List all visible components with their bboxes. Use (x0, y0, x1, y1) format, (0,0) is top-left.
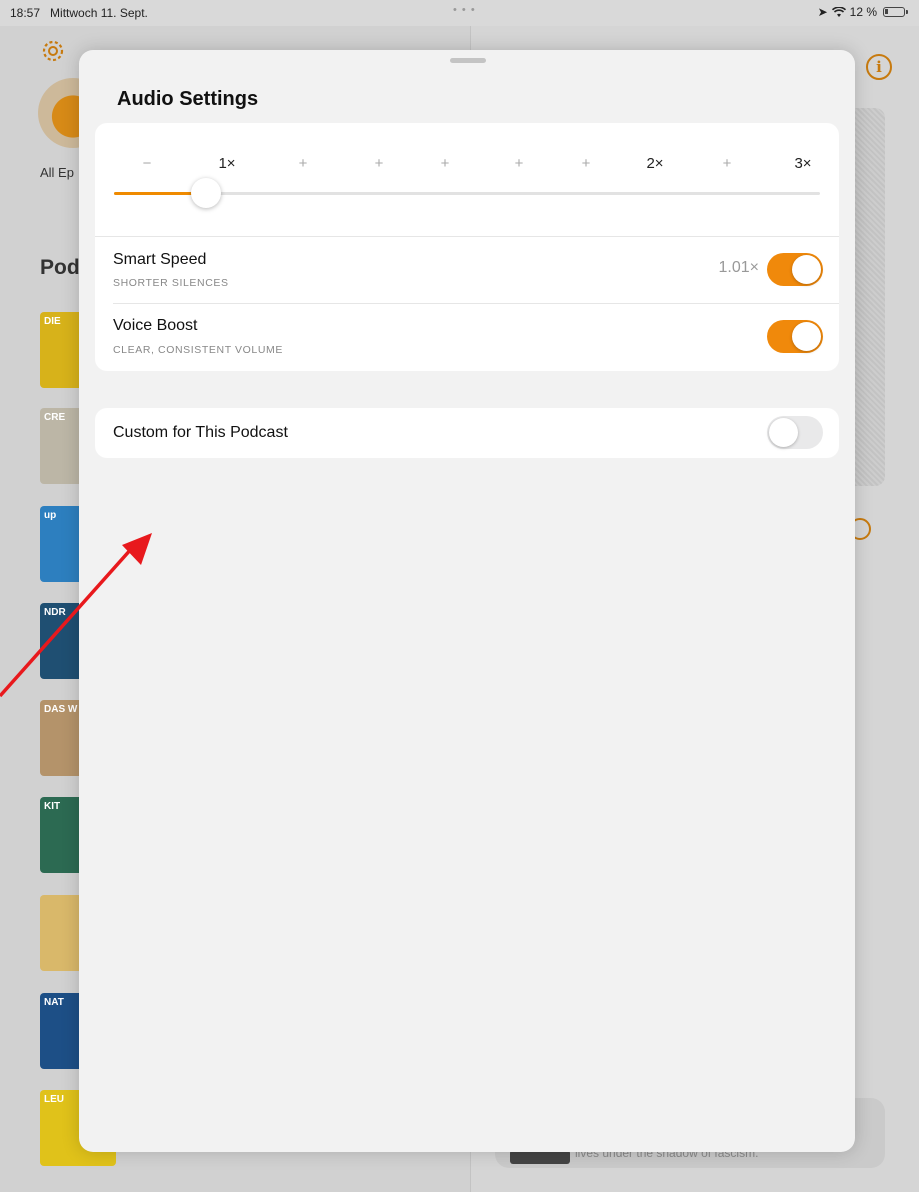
speed-slider-thumb[interactable] (191, 178, 221, 208)
location-icon: ➤ (817, 5, 828, 19)
status-indicators: ➤ 12 % (817, 5, 908, 19)
speed-tick-label: + (440, 155, 450, 172)
voice-boost-toggle[interactable] (767, 320, 823, 353)
toggle-knob (792, 322, 821, 351)
status-date: Mittwoch 11. Sept. (50, 6, 148, 20)
status-clock: 18:57 (10, 6, 41, 20)
speed-tick-label: 3× (794, 155, 812, 172)
multitasking-dots[interactable]: • • • (453, 4, 476, 16)
speed-tick-label: − (142, 155, 152, 172)
battery-percentage: 12 % (849, 5, 877, 19)
sheet-grabber[interactable] (450, 58, 486, 63)
smart-speed-subtitle: SHORTER SILENCES (113, 277, 229, 289)
smart-speed-title: Smart Speed (113, 251, 207, 268)
audio-settings-sheet: Audio Settings − 1× + + + + +2× +3× Smart Speed… (79, 50, 855, 1152)
voice-boost-row: Voice Boost CLEAR, CONSISTENT VOLUME (95, 304, 839, 370)
speed-tick-label: + (514, 155, 524, 172)
podcast-tile-text: up (44, 510, 57, 521)
podcast-tile-text: NDR (44, 607, 66, 618)
podcast-tile-text: LEU (44, 1094, 64, 1105)
settings-gear-icon[interactable] (40, 38, 66, 64)
smart-speed-value: 1.01× (718, 259, 759, 276)
speed-tick-label: + (374, 155, 384, 172)
podcasts-heading: Pod (40, 256, 80, 279)
all-episodes-label: All Ep (40, 165, 74, 180)
speed-tick-labels: − 1× + + + + +2× +3× (95, 155, 839, 177)
custom-podcast-card: Custom for This Podcast (95, 408, 839, 458)
audio-settings-card: − 1× + + + + +2× +3× Smart Speed SHORTER SILENC… (95, 123, 839, 371)
podcast-tile-text: KIT (44, 801, 61, 812)
wifi-icon (831, 6, 846, 17)
speed-slider[interactable] (114, 178, 820, 208)
smart-speed-toggle[interactable] (767, 253, 823, 286)
toggle-knob (792, 255, 821, 284)
speed-tick-label: 1× (218, 155, 236, 172)
podcast-tile-text: NAT (44, 997, 64, 1008)
speed-tick-label: 2× (646, 155, 664, 172)
now-playing-artwork (510, 1150, 570, 1164)
sheet-title: Audio Settings (117, 88, 259, 110)
smart-speed-row: Smart Speed SHORTER SILENCES 1.01× (95, 237, 839, 303)
speed-tick-label: + (581, 155, 591, 172)
toggle-knob (769, 418, 798, 447)
status-bar: 18:57 Mittwoch 11. Sept. • • • ➤ 12 % (0, 0, 919, 26)
status-time: 18:57 Mittwoch 11. Sept. (10, 6, 148, 20)
battery-icon (883, 7, 908, 17)
custom-podcast-toggle[interactable] (767, 416, 823, 449)
voice-boost-subtitle: CLEAR, CONSISTENT VOLUME (113, 344, 283, 356)
podcast-tile-text: CRE (44, 412, 66, 423)
custom-podcast-title: Custom for This Podcast (113, 424, 288, 441)
info-icon[interactable]: i (866, 54, 892, 80)
voice-boost-title: Voice Boost (113, 317, 198, 334)
podcast-tile-text: DIE (44, 316, 61, 327)
podcast-tile-text: DAS W (44, 704, 78, 715)
speed-tick-label: + (722, 155, 732, 172)
speed-tick-label: + (298, 155, 308, 172)
